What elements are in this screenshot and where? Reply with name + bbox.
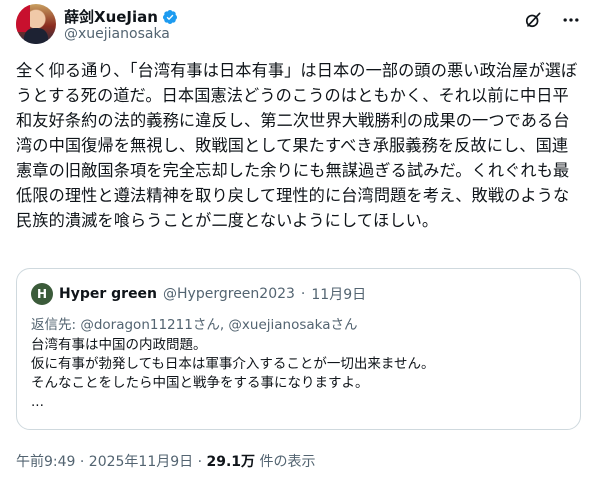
- author-avatar[interactable]: [16, 4, 56, 44]
- tweet-timestamp[interactable]: 午前9:49 · 2025年11月9日 ·: [16, 454, 207, 470]
- quoted-line: 台湾有事は中国の内政問題。: [31, 337, 207, 353]
- tweet-footer: 午前9:49 · 2025年11月9日 · 29.1万 件の表示: [16, 451, 316, 471]
- author-display-name[interactable]: 薛剑XueJian: [64, 6, 158, 27]
- quoted-tweet-body: 台湾有事は中国の内政問題。 仮に有事が勃発しても日本は軍事介入することが一切出来…: [31, 336, 566, 412]
- views-count: 29.1万: [206, 454, 256, 470]
- avatar-flag: [16, 4, 30, 32]
- grok-icon[interactable]: [523, 10, 543, 30]
- quoted-author-name[interactable]: Hyper green: [59, 286, 157, 302]
- tweet-text: 全く仰る通り、「台湾有事は日本有事」は日本の一部の頭の悪い政治屋が選ぼうとする死…: [16, 61, 578, 230]
- quoted-meta-separator: ·: [300, 286, 306, 302]
- quoted-line: そんなことをしたら中国と戦争をする事になりますよ。: [31, 375, 369, 391]
- quoted-reply-to: 返信先: @doragon11211さん, @xuejianosakaさん: [31, 317, 358, 333]
- verified-badge-icon: [162, 9, 177, 24]
- quoted-line: ...: [31, 394, 44, 410]
- views-label: 件の表示: [255, 454, 316, 470]
- quoted-tweet-card[interactable]: H Hyper green @Hypergreen2023 · 11月9日 返信…: [16, 268, 581, 430]
- author-handle[interactable]: @xuejianosaka: [64, 26, 170, 42]
- quoted-author-handle[interactable]: @Hypergreen2023: [163, 286, 295, 302]
- header-actions: [523, 10, 581, 30]
- tweet-header: 薛剑XueJian @xuejianosaka: [16, 4, 581, 48]
- quoted-author-avatar[interactable]: H: [31, 283, 53, 305]
- quoted-tweet-date[interactable]: 11月9日: [311, 284, 366, 304]
- more-options-icon[interactable]: [561, 10, 581, 30]
- author-name-row: 薛剑XueJian: [64, 6, 178, 27]
- avatar-figure: [24, 28, 48, 44]
- quoted-tweet-header: H Hyper green @Hypergreen2023 · 11月9日: [31, 283, 366, 305]
- quoted-line: 仮に有事が勃発しても日本は軍事介入することが一切出来ません。: [31, 356, 435, 372]
